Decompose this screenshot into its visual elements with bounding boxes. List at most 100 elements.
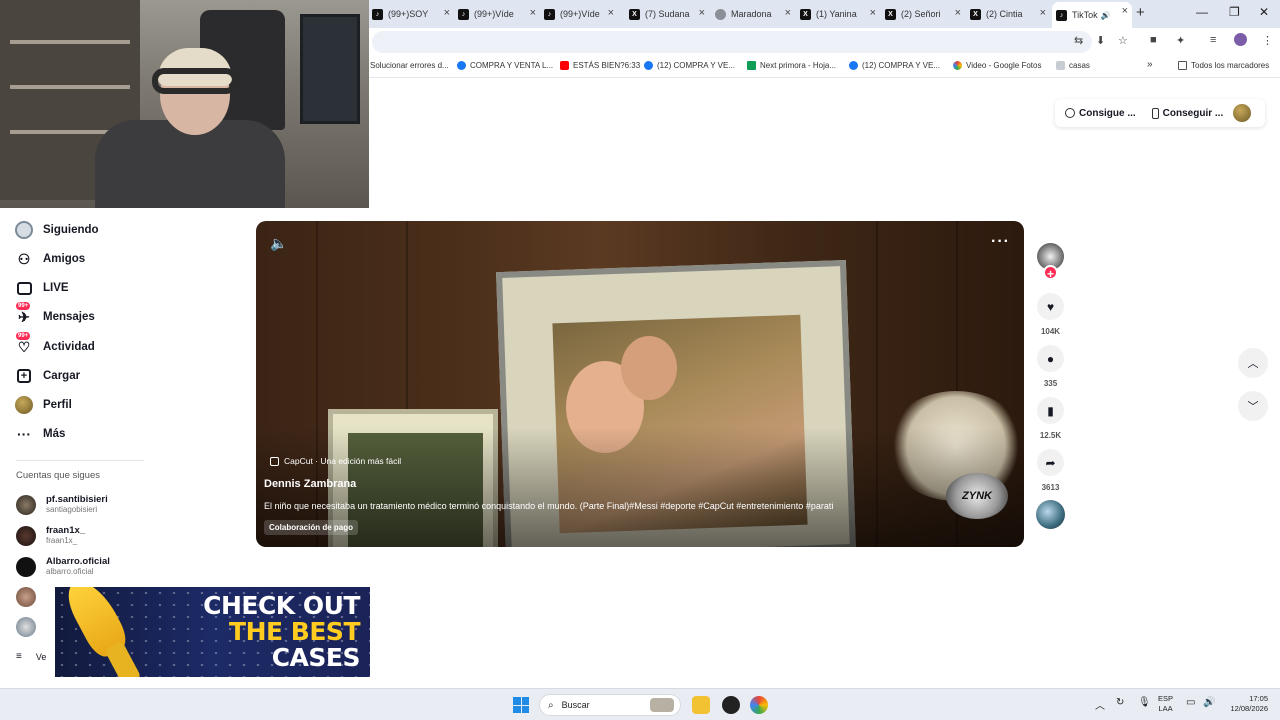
bookmark[interactable]: ESTÁS BIEN?6:33 bbox=[560, 61, 640, 70]
star-icon[interactable]: ☆ bbox=[1118, 34, 1128, 47]
media-icon[interactable]: ≡ bbox=[1210, 34, 1216, 46]
extension-icon[interactable]: ■ bbox=[1150, 34, 1157, 46]
language-indicator[interactable]: ESP LAA bbox=[1158, 694, 1173, 714]
volume-tray-icon[interactable]: 🔊 bbox=[1203, 697, 1215, 708]
share-button[interactable]: ➦ bbox=[1037, 449, 1064, 476]
follow-plus-icon[interactable]: + bbox=[1043, 265, 1058, 281]
followed-account[interactable] bbox=[16, 587, 46, 607]
sidebar-item-profile[interactable]: Perfil bbox=[14, 394, 72, 416]
header-actions: Consigue ... Conseguir ... bbox=[1055, 99, 1265, 127]
close-window-icon[interactable]: ✕ bbox=[1259, 5, 1269, 19]
bookmark[interactable]: COMPRA Y VENTA L... bbox=[457, 61, 553, 70]
all-bookmarks[interactable]: Todos los marcadores bbox=[1178, 61, 1269, 70]
sidebar-item-activity[interactable]: ♡ 99+ Actividad bbox=[14, 332, 95, 358]
comment-button[interactable]: ● bbox=[1037, 345, 1064, 372]
sidebar-item-friends[interactable]: ⚇ Amigos bbox=[14, 248, 85, 270]
network-icon[interactable]: ▭ bbox=[1186, 697, 1195, 708]
shelf-board bbox=[10, 85, 130, 89]
taskbar-search[interactable]: ⌕ Buscar bbox=[539, 694, 681, 716]
close-icon[interactable]: × bbox=[699, 7, 705, 19]
get-coins-button[interactable]: Consigue ... bbox=[1065, 108, 1136, 119]
restore-icon[interactable]: ❐ bbox=[1229, 5, 1240, 19]
avatar bbox=[16, 494, 36, 515]
sidebar-item-following[interactable]: Siguiendo bbox=[14, 219, 99, 241]
sidebar-item-more[interactable]: ··· Más bbox=[14, 423, 65, 445]
chrome-icon[interactable] bbox=[750, 696, 768, 714]
followed-account[interactable]: Albarro.oficial albarro.oficial bbox=[16, 556, 110, 577]
bookmark[interactable]: (12) COMPRA Y VE... bbox=[849, 61, 940, 70]
divider bbox=[16, 460, 144, 461]
save-button[interactable]: ▮ bbox=[1037, 397, 1064, 424]
browser-tab[interactable]: X (1) Yanina × bbox=[800, 4, 880, 24]
get-app-button[interactable]: Conseguir ... bbox=[1151, 107, 1224, 119]
followed-account[interactable] bbox=[16, 617, 46, 637]
tray-chevron-icon[interactable]: ︿ bbox=[1095, 697, 1105, 712]
clock-date: 12/08/2026 bbox=[1230, 704, 1268, 713]
video-author[interactable]: Dennis Zambrana bbox=[264, 478, 356, 490]
close-icon[interactable]: × bbox=[785, 7, 791, 19]
browser-tab-active[interactable]: ♪ TikTok 🔊 × bbox=[1052, 2, 1132, 28]
tab-title: (2) Cintia bbox=[986, 9, 1023, 19]
sidebar-item-live[interactable]: LIVE bbox=[14, 277, 69, 299]
close-icon[interactable]: × bbox=[608, 7, 614, 19]
translate-icon[interactable]: ⇆ bbox=[1074, 34, 1083, 47]
search-highlight-icon bbox=[650, 698, 674, 712]
get-app-label: Conseguir ... bbox=[1162, 107, 1224, 119]
bookmark-label: Next primora - Hoja... bbox=[760, 61, 837, 70]
see-more-label: Ve bbox=[35, 651, 47, 662]
close-icon[interactable]: × bbox=[1040, 7, 1046, 19]
speaker-icon[interactable]: 🔊 bbox=[1101, 11, 1111, 20]
minimize-icon[interactable]: — bbox=[1196, 5, 1208, 19]
sync-icon[interactable]: ↻ bbox=[1116, 697, 1124, 708]
bookmark[interactable]: casas bbox=[1056, 61, 1090, 70]
close-icon[interactable]: × bbox=[530, 7, 536, 19]
browser-tab[interactable]: X (7) Sudana × bbox=[629, 4, 709, 24]
next-video-button[interactable]: ﹀ bbox=[1238, 391, 1268, 421]
kebab-menu-icon[interactable]: ⋮ bbox=[1262, 34, 1273, 47]
followed-account[interactable]: pf.santibisieri santiagobisieri bbox=[16, 494, 108, 515]
close-icon[interactable]: × bbox=[444, 7, 450, 19]
video-player[interactable]: 🔈 ··· CapCut · Una edición más fácil Den… bbox=[256, 221, 1024, 547]
more-icon: ··· bbox=[17, 426, 31, 442]
bookmarks-overflow-button[interactable]: » bbox=[1147, 59, 1153, 70]
ad-banner[interactable]: CHECK OUT THE BEST CASES bbox=[55, 587, 370, 677]
new-tab-button[interactable]: + bbox=[1136, 4, 1145, 21]
share-count: 3613 bbox=[1041, 483, 1060, 492]
close-icon[interactable]: × bbox=[1122, 5, 1128, 17]
sidebar-item-messages[interactable]: ✈ 99+ Mensajes bbox=[14, 302, 95, 328]
close-icon[interactable]: × bbox=[955, 7, 961, 19]
clock[interactable]: 17:05 12/08/2026 bbox=[1220, 694, 1268, 714]
windows-start-icon[interactable] bbox=[513, 697, 529, 713]
microphone-icon[interactable]: 🎙 bbox=[1138, 697, 1151, 708]
music-disc-icon[interactable] bbox=[1036, 500, 1065, 529]
browser-tab[interactable]: ♪ (99+)Víde × bbox=[458, 4, 540, 24]
more-options-icon[interactable]: ··· bbox=[991, 233, 1010, 251]
browser-tab[interactable]: Maradona × bbox=[715, 4, 795, 24]
get-coins-label: Consigue ... bbox=[1079, 107, 1136, 119]
profile-avatar-icon[interactable] bbox=[1234, 33, 1247, 46]
browser-tab[interactable]: X (2) Señori × bbox=[885, 4, 965, 24]
bookmark[interactable]: Solucionar errores d... bbox=[370, 61, 449, 70]
puzzle-icon[interactable]: ✦ bbox=[1176, 34, 1185, 47]
file-explorer-icon[interactable] bbox=[692, 696, 710, 714]
browser-tab[interactable]: ♪ (99+)SOY × bbox=[372, 4, 454, 24]
see-more-button[interactable]: ≡ Ve bbox=[16, 651, 46, 662]
install-icon[interactable]: ⬇ bbox=[1096, 34, 1105, 47]
sidebar-item-upload[interactable]: + Cargar bbox=[14, 365, 80, 387]
omnibox[interactable] bbox=[372, 31, 1092, 53]
previous-video-button[interactable]: ︿ bbox=[1238, 348, 1268, 378]
capcut-anchor[interactable]: CapCut · Una edición más fácil bbox=[270, 456, 401, 466]
volume-icon[interactable]: 🔈 bbox=[270, 235, 287, 252]
close-icon[interactable]: × bbox=[870, 7, 876, 19]
like-count: 104K bbox=[1040, 327, 1061, 336]
like-button[interactable]: ♥ bbox=[1037, 293, 1064, 320]
windows-taskbar: ⌕ Buscar ︿ ↻ 🎙 ESP LAA ▭ 🔊 17:05 12/08/2… bbox=[0, 688, 1280, 720]
browser-tab[interactable]: ♪ (99+)Víde × bbox=[544, 4, 618, 24]
browser-tab[interactable]: X (2) Cintia × bbox=[970, 4, 1050, 24]
app-icon[interactable] bbox=[722, 696, 740, 714]
followed-account[interactable]: fraan1x_ fraan1x_ bbox=[16, 525, 85, 546]
bookmark[interactable]: Video - Google Fotos bbox=[953, 61, 1041, 70]
bookmark[interactable]: (12) COMPRA Y VE... bbox=[644, 61, 735, 70]
user-avatar[interactable] bbox=[1233, 104, 1251, 122]
bookmark[interactable]: Next primora - Hoja... bbox=[747, 61, 836, 70]
